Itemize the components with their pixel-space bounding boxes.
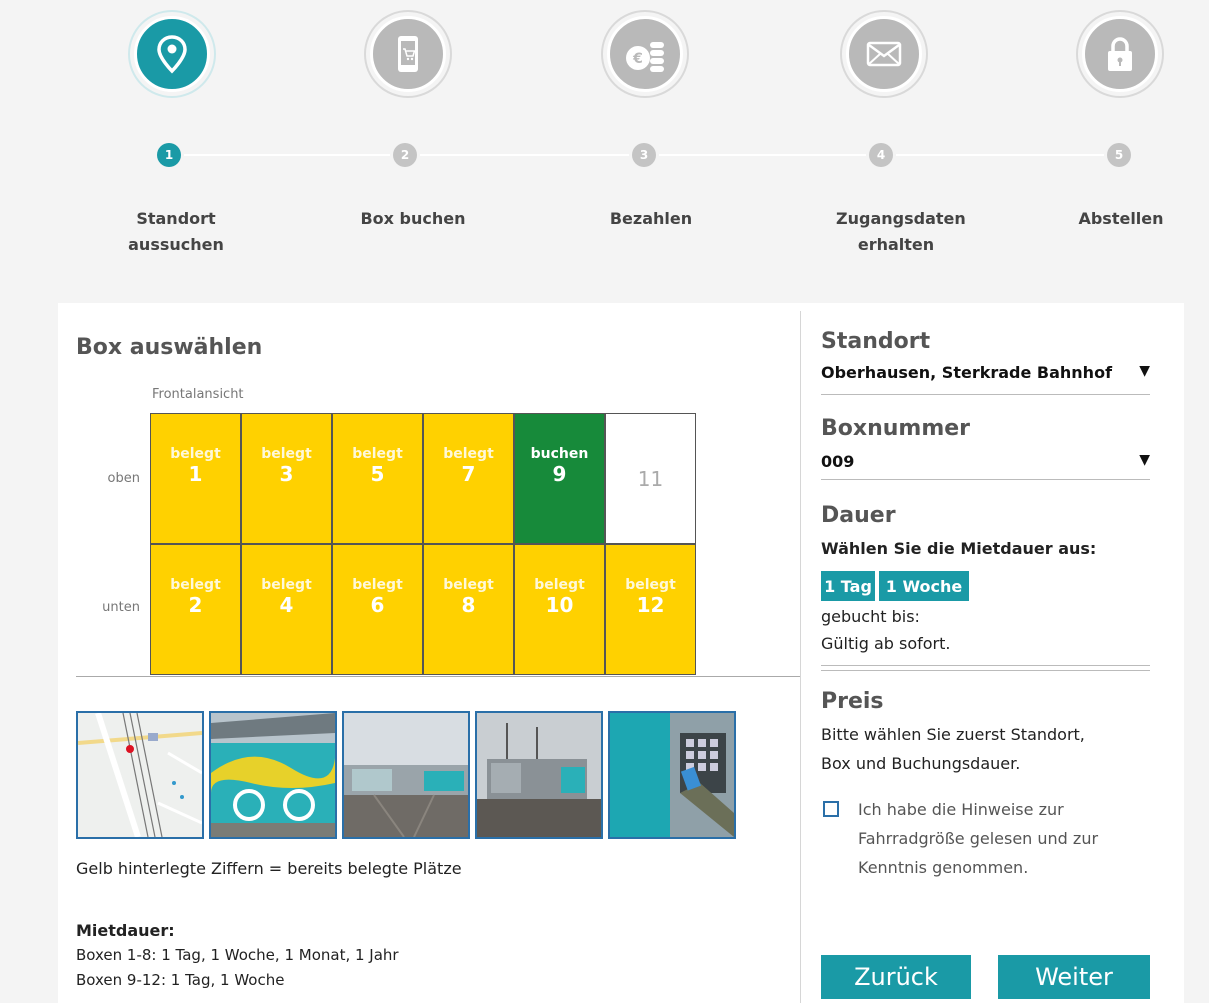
step-5-circle	[1076, 10, 1164, 98]
locker-number: 3	[279, 462, 294, 486]
locker-number: 11	[637, 466, 664, 491]
booking-card: Box auswählen Frontalansicht oben unten …	[58, 303, 1184, 1003]
step-3-label: Bezahlen	[609, 209, 693, 228]
locker-status: belegt	[170, 577, 221, 593]
locker-box-2[interactable]: belegt 2	[150, 544, 241, 675]
locker-number: 2	[188, 593, 203, 617]
envelope-icon	[866, 41, 902, 67]
step-5-label: Abstellen	[1078, 209, 1164, 228]
duration-label: Dauer	[821, 503, 896, 528]
duration-option-day[interactable]: 1 Tag	[821, 571, 875, 601]
gallery-thumb-building[interactable]	[475, 711, 603, 839]
locker-box-4[interactable]: belegt 4	[241, 544, 332, 675]
row-label-bottom: unten	[102, 600, 140, 615]
duration-prompt: Wählen Sie die Mietdauer aus:	[821, 539, 1097, 558]
row-label-top: oben	[107, 471, 140, 486]
locker-number: 5	[370, 462, 385, 486]
gallery-thumb-station[interactable]	[342, 711, 470, 839]
step-2-number: 2	[393, 143, 417, 167]
locker-status: belegt	[352, 446, 403, 462]
locker-status: belegt	[170, 446, 221, 462]
location-select-value: Oberhausen, Sterkrade Bahnhof	[821, 363, 1113, 382]
locker-box-10[interactable]: belegt 10	[514, 544, 605, 675]
booking-steps: € 1 2 3 4 5 Standort aussuchen Box buche…	[0, 0, 1209, 300]
gallery-thumb-map[interactable]	[76, 711, 204, 839]
column-divider	[800, 311, 801, 1003]
location-pin-icon	[157, 35, 187, 74]
dropdown-arrow-icon: ▼	[1139, 452, 1150, 468]
rental-duration-line-2: Boxen 9-12: 1 Tag, 1 Woche	[76, 971, 285, 989]
location-label: Standort	[821, 329, 931, 354]
box-number-label: Boxnummer	[821, 416, 971, 441]
gallery-thumb-keypad[interactable]	[608, 711, 736, 839]
step-4-number: 4	[869, 143, 893, 167]
locker-number: 7	[461, 462, 476, 486]
locker-box-8[interactable]: belegt 8	[423, 544, 514, 675]
locker-status: belegt	[261, 446, 312, 462]
locker-number: 10	[545, 593, 574, 617]
locker-box-11[interactable]: 11	[605, 413, 696, 544]
locker-grid: belegt 1 belegt 3 belegt 5 belegt 7 buch…	[150, 413, 698, 677]
legend-text: Gelb hinterlegte Ziffern = bereits beleg…	[76, 859, 462, 878]
front-view-label: Frontalansicht	[152, 387, 244, 402]
step-2-label: Box buchen	[360, 209, 466, 228]
padlock-icon	[1108, 37, 1132, 71]
rental-duration-line-1: Boxen 1-8: 1 Tag, 1 Woche, 1 Monat, 1 Ja…	[76, 946, 399, 964]
box-number-select-value: 009	[821, 452, 855, 471]
booked-until-label: gebucht bis:	[821, 607, 920, 626]
locker-number: 6	[370, 593, 385, 617]
locker-box-7[interactable]: belegt 7	[423, 413, 514, 544]
locker-status: buchen	[530, 446, 589, 462]
back-button[interactable]: Zurück	[821, 955, 971, 999]
svg-text:€: €	[632, 51, 643, 67]
locker-number: 8	[461, 593, 476, 617]
terms-checkbox-label: Ich habe die Hinweise zur Fahrradgröße g…	[858, 800, 1099, 877]
step-3-circle: €	[601, 10, 689, 98]
locker-box-9[interactable]: buchen 9	[514, 413, 605, 544]
dropdown-arrow-icon: ▼	[1139, 363, 1150, 379]
location-select[interactable]: Oberhausen, Sterkrade Bahnhof ▼	[821, 363, 1150, 395]
section-divider-double	[821, 665, 1150, 671]
locker-box-1[interactable]: belegt 1	[150, 413, 241, 544]
step-5-number: 5	[1107, 143, 1131, 167]
box-number-select[interactable]: 009 ▼	[821, 452, 1150, 480]
locker-status: belegt	[352, 577, 403, 593]
section-divider	[76, 676, 800, 677]
euro-coins-icon: €	[626, 42, 664, 72]
smartphone-cart-icon	[398, 36, 418, 72]
locker-number: 1	[188, 462, 203, 486]
step-4-label: Zugangsdaten erhalten	[836, 209, 966, 254]
locker-box-6[interactable]: belegt 6	[332, 544, 423, 675]
locker-box-12[interactable]: belegt 12	[605, 544, 696, 675]
step-1-number: 1	[157, 143, 181, 167]
step-1-label: Standort aussuchen	[128, 209, 224, 254]
price-hint-line-2: Box und Buchungsdauer.	[821, 754, 1021, 773]
price-label: Preis	[821, 689, 884, 714]
duration-option-week[interactable]: 1 Woche	[879, 571, 969, 601]
rental-duration-title: Mietdauer:	[76, 921, 175, 940]
box-select-title: Box auswählen	[76, 335, 263, 360]
locker-status: belegt	[625, 577, 676, 593]
step-4-circle	[840, 10, 928, 98]
locker-box-5[interactable]: belegt 5	[332, 413, 423, 544]
locker-status: belegt	[443, 446, 494, 462]
locker-status: belegt	[534, 577, 585, 593]
step-1-circle	[128, 10, 216, 98]
valid-from-text: Gültig ab sofort.	[821, 634, 951, 653]
locker-number: 12	[636, 593, 665, 617]
locker-box-3[interactable]: belegt 3	[241, 413, 332, 544]
step-3-number: 3	[632, 143, 656, 167]
locker-status: belegt	[261, 577, 312, 593]
terms-checkbox[interactable]	[823, 801, 839, 817]
locker-number: 4	[279, 593, 294, 617]
locker-status: belegt	[443, 577, 494, 593]
step-2-circle	[364, 10, 452, 98]
next-button[interactable]: Weiter	[998, 955, 1150, 999]
gallery-thumb-lockers[interactable]	[209, 711, 337, 839]
price-hint-line-1: Bitte wählen Sie zuerst Standort,	[821, 725, 1085, 744]
locker-number: 9	[552, 462, 567, 486]
